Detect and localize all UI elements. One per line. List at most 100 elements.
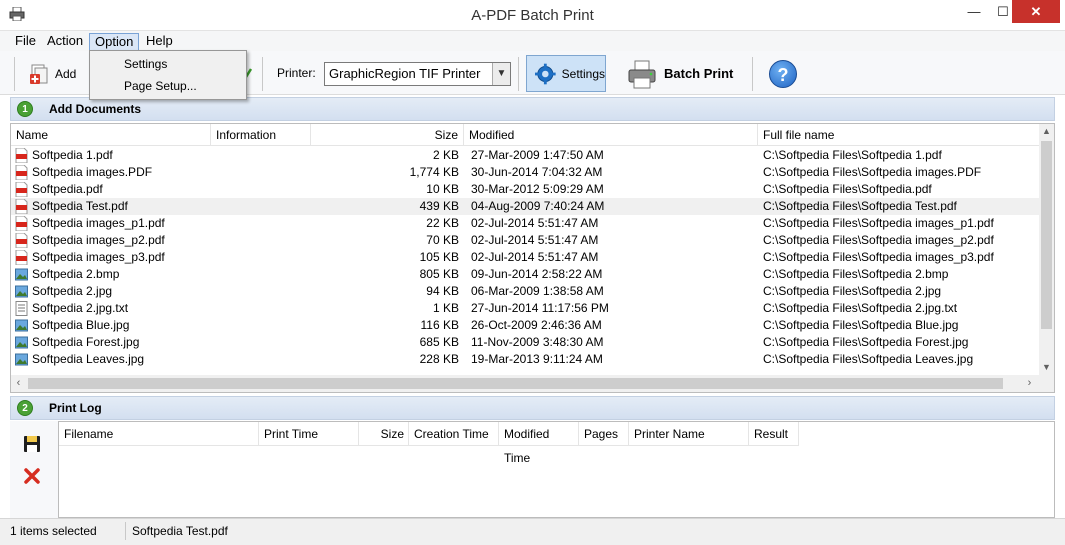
file-modified: 06-Mar-2009 1:38:58 AM <box>471 284 604 298</box>
file-name-cell: Softpedia images_p2.pdf <box>15 232 215 249</box>
image-icon <box>15 335 32 350</box>
print-log-actions <box>10 421 58 518</box>
column-size[interactable]: Size <box>311 124 464 146</box>
document-list[interactable]: Name Information Size Modified Full file… <box>10 123 1055 393</box>
status-current-file: Softpedia Test.pdf <box>132 524 228 538</box>
text-file-icon <box>15 301 32 316</box>
file-modified: 27-Mar-2009 1:47:50 AM <box>471 148 604 162</box>
file-full-path: C:\Softpedia Files\Softpedia Leaves.jpg <box>763 352 974 366</box>
table-row[interactable]: Softpedia Leaves.jpg 228 KB 19-Mar-2013 9:… <box>11 351 1041 368</box>
log-column-result[interactable]: Result <box>749 422 799 446</box>
toolbar-separator <box>518 57 519 91</box>
printer-select[interactable]: GraphicRegion TIF Printer ▼ <box>324 62 511 86</box>
chevron-down-icon[interactable]: ▼ <box>492 63 510 85</box>
file-size: 228 KB <box>419 352 459 366</box>
file-modified: 11-Nov-2009 3:48:30 AM <box>471 335 604 349</box>
table-row[interactable]: Softpedia Blue.jpg 116 KB 26-Oct-2009 2:46… <box>11 317 1041 334</box>
menu-page-setup-item[interactable]: Page Setup... <box>124 76 197 96</box>
scroll-down-icon[interactable]: ▼ <box>1039 362 1054 372</box>
file-name-cell: Softpedia 2.jpg <box>15 283 215 300</box>
log-column-filename[interactable]: Filename <box>59 422 259 446</box>
delete-icon[interactable] <box>23 467 41 485</box>
log-column-printer-name[interactable]: Printer Name <box>629 422 749 446</box>
pdf-icon <box>15 148 32 163</box>
file-full-path: C:\Softpedia Files\Softpedia 2.bmp <box>763 267 949 281</box>
add-documents-header: 1 Add Documents <box>10 97 1055 121</box>
document-list-header: Name Information Size Modified Full file… <box>11 124 1041 146</box>
add-button-label: Add <box>55 67 77 81</box>
file-modified: 02-Jul-2014 5:51:47 AM <box>471 233 599 247</box>
file-name: Softpedia 2.jpg.txt <box>32 301 129 315</box>
batch-print-button[interactable]: Batch Print <box>626 55 733 92</box>
image-icon <box>15 318 32 333</box>
file-name-cell: Softpedia Forest.jpg <box>15 334 215 351</box>
menu-file[interactable]: File <box>10 33 41 51</box>
minimize-button[interactable]: — <box>960 0 988 23</box>
vertical-scrollbar[interactable]: ▲ ▼ <box>1039 124 1054 377</box>
table-row[interactable]: Softpedia images_p2.pdf 70 KB 02-Jul-2014 … <box>11 232 1041 249</box>
status-selection-count: 1 items selected <box>10 524 97 538</box>
column-information[interactable]: Information <box>211 124 311 146</box>
file-size: 70 KB <box>426 233 459 247</box>
log-column-pages[interactable]: Pages <box>579 422 629 446</box>
menu-settings-item[interactable]: Settings <box>124 54 167 74</box>
pdf-icon <box>15 250 32 265</box>
column-modified[interactable]: Modified <box>464 124 758 146</box>
scroll-right-icon[interactable]: › <box>1022 375 1037 392</box>
log-column-creation-time[interactable]: Creation Time <box>409 422 499 446</box>
image-icon <box>15 284 32 299</box>
column-name[interactable]: Name <box>11 124 211 146</box>
file-name: Softpedia 2.bmp <box>32 267 120 281</box>
save-icon[interactable] <box>23 435 41 453</box>
toolbar-separator <box>752 57 753 91</box>
menu-option[interactable]: Option <box>89 33 140 51</box>
table-row[interactable]: Softpedia 2.bmp 805 KB 09-Jun-2014 2:58:22… <box>11 266 1041 283</box>
menu-action[interactable]: Action <box>42 33 88 51</box>
settings-button[interactable]: Settings <box>526 55 606 92</box>
file-modified: 02-Jul-2014 5:51:47 AM <box>471 216 599 230</box>
menu-bar: File Action Option Help <box>0 31 1065 51</box>
pdf-icon <box>15 182 32 197</box>
file-name: Softpedia Leaves.jpg <box>32 352 145 366</box>
status-bar: 1 items selected Softpedia Test.pdf <box>0 518 1065 545</box>
file-size: 1 KB <box>432 301 459 315</box>
file-name-cell: Softpedia 2.bmp <box>15 266 215 283</box>
file-size: 105 KB <box>419 250 459 264</box>
menu-help[interactable]: Help <box>141 33 178 51</box>
log-column-modified-time[interactable]: Modified Time <box>499 422 579 465</box>
print-log-table[interactable]: Filename Print Time Size Creation Time M… <box>58 421 1055 518</box>
file-name: Softpedia images_p3.pdf <box>32 250 165 264</box>
table-row[interactable]: Softpedia 2.jpg.txt 1 KB 27-Jun-2014 11:17… <box>11 300 1041 317</box>
table-row[interactable]: Softpedia images.PDF 1,774 KB 30-Jun-2014 … <box>11 164 1041 181</box>
file-full-path: C:\Softpedia Files\Softpedia 2.jpg <box>763 284 942 298</box>
table-row[interactable]: Softpedia 2.jpg 94 KB 06-Mar-2009 1:38:58 … <box>11 283 1041 300</box>
table-row[interactable]: Softpedia.pdf 10 KB 30-Mar-2012 5:09:29 AM… <box>11 181 1041 198</box>
file-modified: 30-Jun-2014 7:04:32 AM <box>471 165 603 179</box>
table-row[interactable]: Softpedia Test.pdf 439 KB 04-Aug-2009 7:40… <box>11 198 1041 215</box>
vertical-scroll-thumb[interactable] <box>1041 141 1052 329</box>
pdf-icon <box>15 199 32 214</box>
table-row[interactable]: Softpedia Forest.jpg 685 KB 11-Nov-2009 3:… <box>11 334 1041 351</box>
log-column-print-time[interactable]: Print Time <box>259 422 359 446</box>
close-button[interactable]: ✕ <box>1012 0 1060 23</box>
add-button[interactable]: Add <box>29 57 76 91</box>
file-full-path: C:\Softpedia Files\Softpedia.pdf <box>763 182 932 196</box>
column-full-file-name[interactable]: Full file name <box>758 124 1041 146</box>
help-icon[interactable]: ? <box>769 60 797 88</box>
file-name-cell: Softpedia Test.pdf <box>15 198 215 215</box>
file-name: Softpedia.pdf <box>32 182 103 196</box>
scroll-left-icon[interactable]: ‹ <box>11 375 26 392</box>
table-row[interactable]: Softpedia images_p1.pdf 22 KB 02-Jul-2014 … <box>11 215 1041 232</box>
printer-label: Printer: <box>277 66 316 80</box>
log-column-size[interactable]: Size <box>359 422 409 446</box>
file-full-path: C:\Softpedia Files\Softpedia Test.pdf <box>763 199 957 213</box>
horizontal-scrollbar[interactable]: ‹ › <box>11 375 1054 392</box>
horizontal-scroll-thumb[interactable] <box>28 378 1003 389</box>
table-row[interactable]: Softpedia images_p3.pdf 105 KB 02-Jul-2014… <box>11 249 1041 266</box>
step-1-badge: 1 <box>17 101 33 117</box>
file-name-cell: Softpedia 2.jpg.txt <box>15 300 215 317</box>
file-name: Softpedia Test.pdf <box>32 199 128 213</box>
file-full-path: C:\Softpedia Files\Softpedia images_p3.p… <box>763 250 994 264</box>
table-row[interactable]: Softpedia 1.pdf 2 KB 27-Mar-2009 1:47:50 A… <box>11 147 1041 164</box>
scroll-up-icon[interactable]: ▲ <box>1039 126 1054 136</box>
